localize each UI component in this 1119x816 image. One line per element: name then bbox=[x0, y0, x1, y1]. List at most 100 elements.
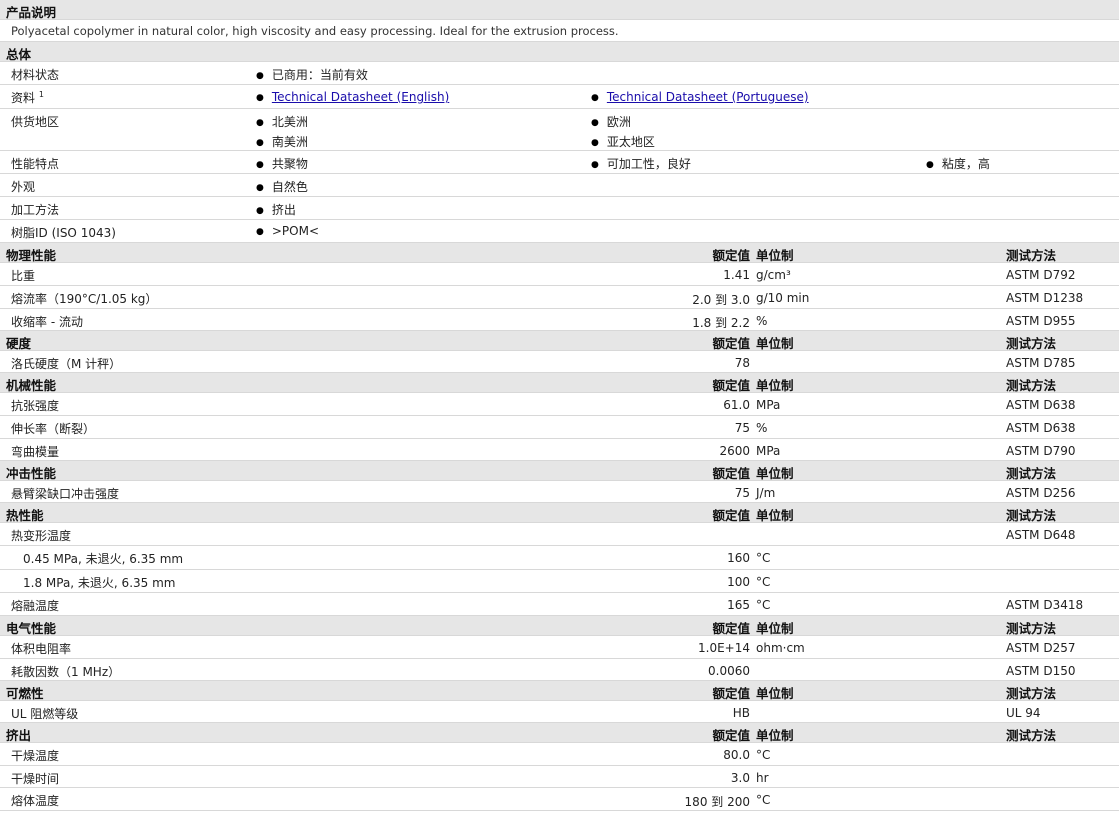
section-title: 冲击性能 bbox=[6, 466, 57, 481]
column-header-method: 测试方法 bbox=[1006, 508, 1057, 523]
property-label: 熔融温度 bbox=[11, 599, 60, 613]
column-header-value: 额定值 bbox=[712, 621, 750, 636]
general-row-processing: 加工方法 挤出 bbox=[0, 197, 1119, 220]
column-header-method: 测试方法 bbox=[1006, 621, 1057, 636]
section-title: 硬度 bbox=[6, 336, 32, 351]
processing-value: 挤出 bbox=[256, 201, 296, 218]
region-item: 亚太地区 bbox=[591, 133, 655, 150]
section-header-mechanical: 机械性能 额定值 单位制 测试方法 bbox=[0, 373, 1119, 393]
section-header-impact: 冲击性能 额定值 单位制 测试方法 bbox=[0, 461, 1119, 481]
property-unit: J/m bbox=[756, 486, 776, 500]
test-method: ASTM D785 bbox=[1006, 356, 1076, 370]
footnote-marker: 1 bbox=[38, 90, 44, 99]
datasheet-link-portuguese[interactable]: Technical Datasheet (Portuguese) bbox=[607, 90, 809, 104]
property-label: 熔体温度 bbox=[11, 794, 60, 808]
column-header-value: 额定值 bbox=[712, 508, 750, 523]
status-value: 已商用：当前有效 bbox=[256, 66, 368, 83]
column-header-method: 测试方法 bbox=[1006, 378, 1057, 393]
property-label: 弯曲模量 bbox=[11, 445, 60, 459]
test-method: ASTM D638 bbox=[1006, 398, 1076, 412]
column-header-unit: 单位制 bbox=[756, 378, 794, 393]
row-label: 资料 1 bbox=[11, 90, 44, 105]
property-row: 伸长率（断裂） 75% ASTM D638 bbox=[0, 416, 1119, 439]
column-header-value: 额定值 bbox=[712, 248, 750, 263]
property-row: 弯曲模量 2600 MPa ASTM D790 bbox=[0, 439, 1119, 461]
feature-item: 共聚物 bbox=[256, 155, 308, 172]
column-header-unit: 单位制 bbox=[756, 508, 794, 523]
property-label: 抗张强度 bbox=[11, 399, 60, 413]
section-title: 物理性能 bbox=[6, 248, 57, 263]
property-sections: 物理性能 额定值 单位制 测试方法 比重 1.41 g/cm³ ASTM D792 熔流率（19… bbox=[0, 243, 1119, 811]
property-label: 1.8 MPa, 未退火, 6.35 mm bbox=[23, 576, 176, 590]
column-header-value: 额定值 bbox=[712, 336, 750, 351]
section-title: 热性能 bbox=[6, 508, 44, 523]
section-header-physical: 物理性能 额定值 单位制 测试方法 bbox=[0, 243, 1119, 263]
property-row: 1.8 MPa, 未退火, 6.35 mm 100 °C bbox=[0, 570, 1119, 593]
feature-item: 粘度，高 bbox=[926, 155, 990, 172]
region-item: 南美洲 bbox=[256, 133, 308, 150]
property-row: 洛氏硬度（M 计秤） 78 ASTM D785 bbox=[0, 351, 1119, 373]
column-header-unit: 单位制 bbox=[756, 336, 794, 351]
test-method: ASTM D792 bbox=[1006, 268, 1076, 282]
datasheet-link-english[interactable]: Technical Datasheet (English) bbox=[272, 90, 449, 104]
test-method: ASTM D257 bbox=[1006, 641, 1076, 655]
column-header-method: 测试方法 bbox=[1006, 466, 1057, 481]
property-label: 干燥温度 bbox=[11, 749, 60, 763]
test-method: ASTM D1238 bbox=[1006, 291, 1084, 305]
property-label: 洛氏硬度（M 计秤） bbox=[11, 357, 122, 371]
property-row: 熔融温度 165 °C ASTM D3418 bbox=[0, 593, 1119, 616]
property-label: 伸长率（断裂） bbox=[11, 422, 96, 436]
section-header-thermal: 热性能 额定值 单位制 测试方法 bbox=[0, 503, 1119, 523]
property-value: 1.0E+14 bbox=[698, 641, 750, 655]
property-value: 160 bbox=[727, 551, 750, 565]
datasheet-bullet: Technical Datasheet (Portuguese) bbox=[591, 90, 809, 104]
test-method: ASTM D256 bbox=[1006, 486, 1076, 500]
general-row-resin-id: 树脂ID (ISO 1043) >POM< bbox=[0, 220, 1119, 243]
property-value: 3.0 bbox=[730, 771, 750, 785]
test-method: ASTM D955 bbox=[1006, 314, 1076, 328]
column-header-value: 额定值 bbox=[712, 378, 750, 393]
property-unit: ohm·cm bbox=[756, 641, 805, 655]
property-value: 61.0 bbox=[723, 398, 750, 412]
property-unit: % bbox=[756, 314, 768, 328]
property-unit: hr bbox=[756, 771, 769, 785]
test-method: UL 94 bbox=[1006, 706, 1041, 720]
row-label: 供货地区 bbox=[11, 115, 60, 129]
row-label: 加工方法 bbox=[11, 203, 60, 217]
property-row: 熔流率（190°C/1.05 kg） 2.0 到 3.0 g/10 min ASTM … bbox=[0, 286, 1119, 309]
general-row-features: 性能特点 共聚物 可加工性，良好 粘度，高 bbox=[0, 151, 1119, 174]
property-row: 悬臂梁缺口冲击强度 75 J/m ASTM D256 bbox=[0, 481, 1119, 503]
property-value: HB bbox=[732, 706, 750, 720]
property-value: 100 bbox=[727, 575, 750, 589]
property-label: 悬臂梁缺口冲击强度 bbox=[11, 487, 120, 501]
test-method: ASTM D150 bbox=[1006, 664, 1076, 678]
section-title: 可燃性 bbox=[6, 686, 44, 701]
property-unit: g/10 min bbox=[756, 291, 810, 305]
property-value: 78 bbox=[734, 356, 750, 370]
property-label: 干燥时间 bbox=[11, 772, 60, 786]
property-label: 收缩率 - 流动 bbox=[11, 315, 83, 329]
row-label: 性能特点 bbox=[11, 157, 60, 171]
column-header-unit: 单位制 bbox=[756, 248, 794, 263]
property-label: 热变形温度 bbox=[11, 529, 72, 543]
column-header-value: 额定值 bbox=[712, 466, 750, 481]
property-row: 体积电阻率 1.0E+14 ohm·cm ASTM D257 bbox=[0, 636, 1119, 659]
property-value: 180 到 200 bbox=[684, 795, 750, 809]
property-unit: MPa bbox=[756, 444, 781, 458]
test-method: ASTM D648 bbox=[1006, 528, 1076, 542]
resin-id-value: >POM< bbox=[256, 224, 319, 238]
property-unit: % bbox=[756, 421, 768, 435]
section-header-hardness: 硬度 额定值 单位制 测试方法 bbox=[0, 331, 1119, 351]
property-row: 收缩率 - 流动 1.8 到 2.2% ASTM D955 bbox=[0, 309, 1119, 331]
section-header-extrusion: 挤出 额定值 单位制 测试方法 bbox=[0, 723, 1119, 743]
column-header-method: 测试方法 bbox=[1006, 336, 1057, 351]
property-value: 75 bbox=[734, 421, 750, 435]
property-unit: °C bbox=[756, 575, 771, 589]
property-row: 比重 1.41 g/cm³ ASTM D792 bbox=[0, 263, 1119, 286]
column-header-unit: 单位制 bbox=[756, 728, 794, 743]
column-header-value: 额定值 bbox=[712, 686, 750, 701]
test-method: ASTM D790 bbox=[1006, 444, 1076, 458]
column-header-unit: 单位制 bbox=[756, 621, 794, 636]
property-value: 1.8 到 2.2 bbox=[692, 316, 750, 330]
section-header-electrical: 电气性能 额定值 单位制 测试方法 bbox=[0, 616, 1119, 636]
